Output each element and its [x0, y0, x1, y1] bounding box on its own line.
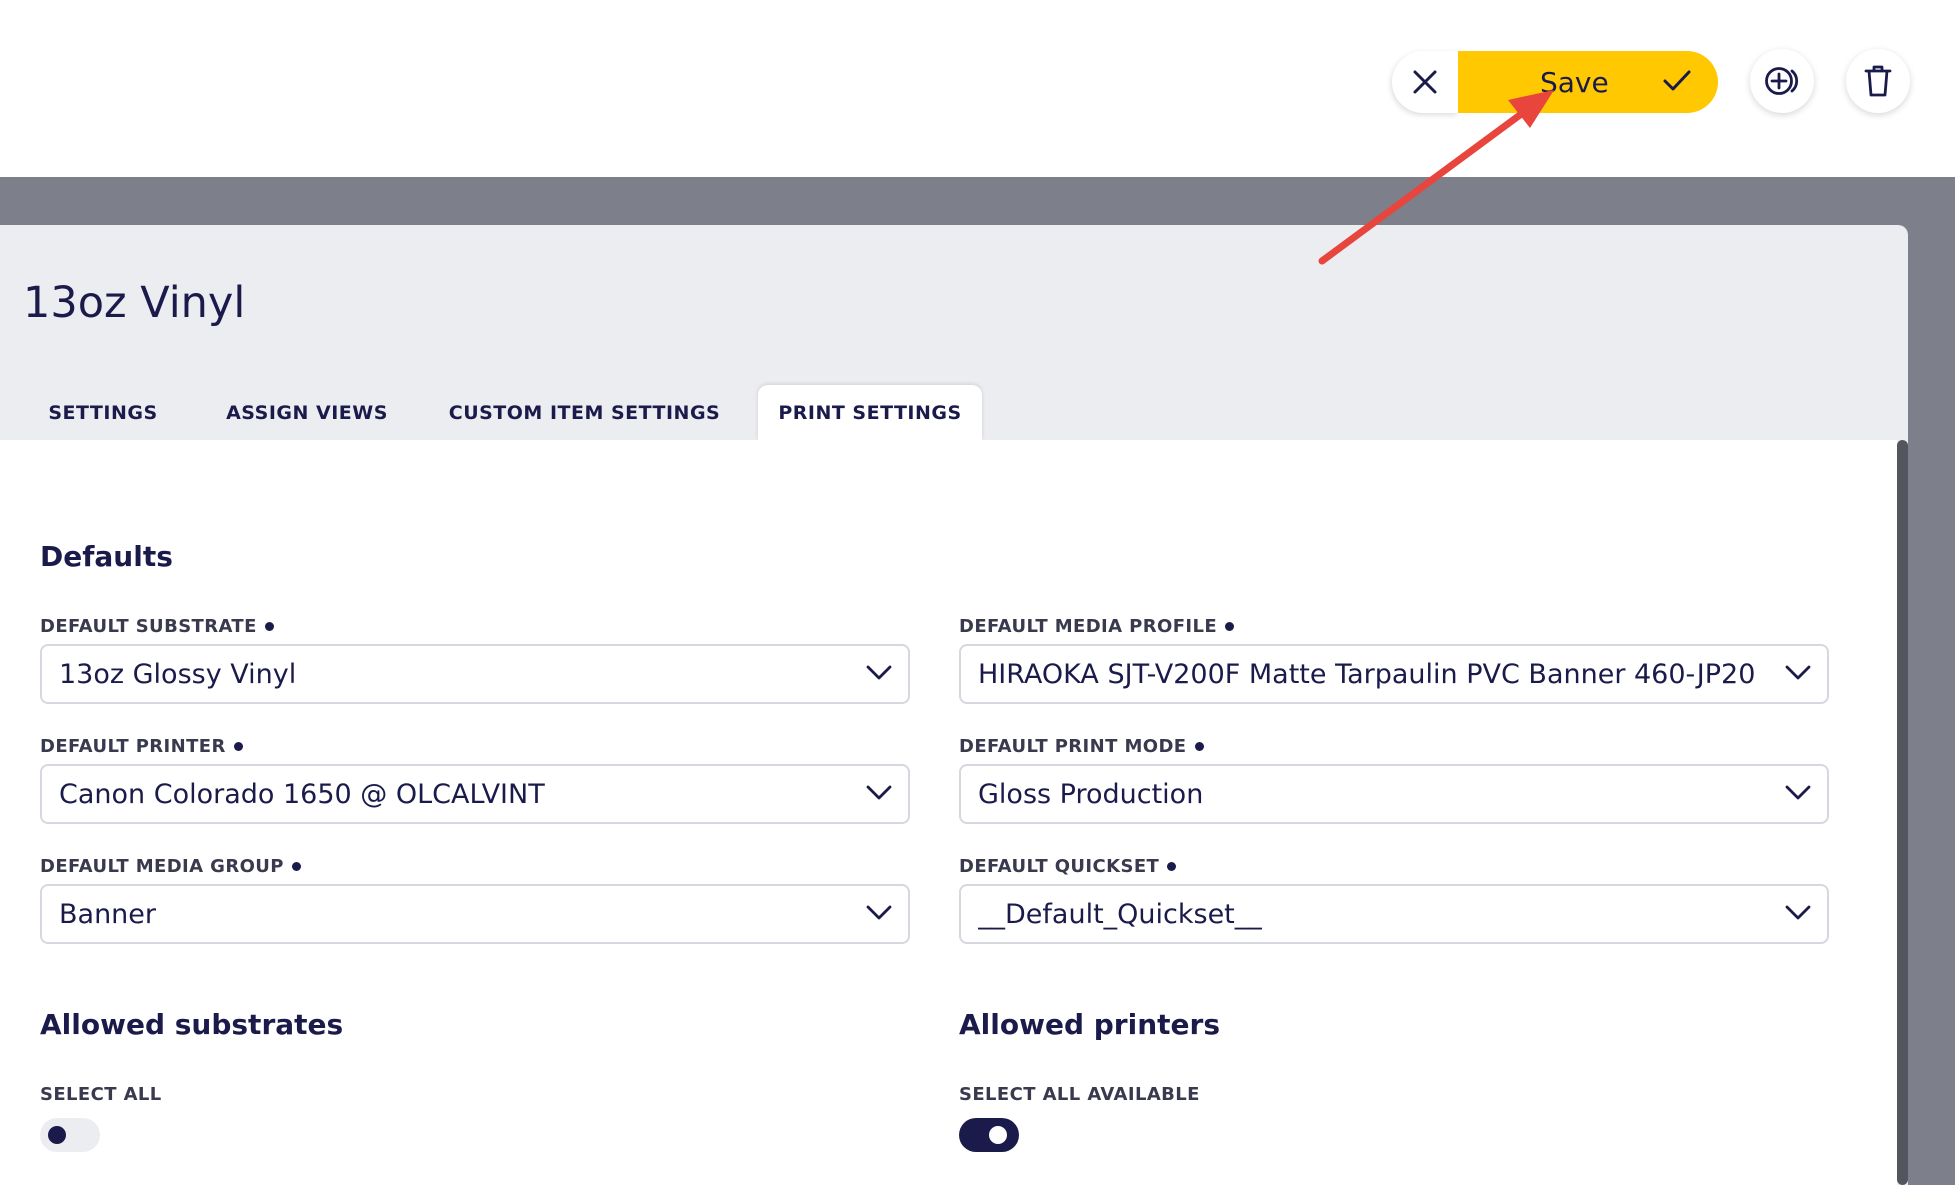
trash-icon	[1864, 65, 1892, 97]
required-dot	[264, 622, 274, 631]
default-printer-value: Canon Colorado 1650 @ OLCALVINT	[59, 778, 545, 810]
default-quickset-value: __Default_Quickset__	[978, 898, 1262, 930]
tab-print-settings[interactable]: PRINT SETTINGS	[758, 385, 982, 440]
default-media-group-select[interactable]: Banner	[40, 884, 910, 944]
default-substrate-value: 13oz Glossy Vinyl	[59, 658, 297, 690]
default-media-profile-value: HIRAOKA SJT-V200F Matte Tarpaulin PVC Ba…	[978, 658, 1758, 690]
top-toolbar: Save	[0, 0, 1955, 177]
close-icon	[1413, 70, 1437, 94]
select-all-printers-label: SELECT ALL AVAILABLE	[959, 1084, 1200, 1105]
required-dot	[1194, 742, 1204, 751]
select-all-substrates-toggle[interactable]	[40, 1118, 100, 1152]
default-media-profile-select[interactable]: HIRAOKA SJT-V200F Matte Tarpaulin PVC Ba…	[959, 644, 1829, 704]
scrollbar-thumb[interactable]	[1897, 440, 1908, 1185]
save-cancel-group: Save	[1392, 51, 1718, 113]
required-dot	[291, 862, 301, 871]
default-media-group-value: Banner	[59, 898, 157, 930]
chevron-down-icon	[866, 905, 892, 920]
required-dot	[1167, 862, 1177, 871]
tab-assign-views[interactable]: ASSIGN VIEWS	[214, 385, 400, 440]
select-all-substrates-label: SELECT ALL	[40, 1084, 162, 1105]
select-all-printers-toggle[interactable]	[959, 1118, 1019, 1152]
toggle-knob	[48, 1126, 66, 1144]
defaults-heading: Defaults	[40, 540, 173, 573]
default-print-mode-label: DEFAULT PRINT MODE	[959, 736, 1204, 757]
allowed-printers-heading: Allowed printers	[959, 1008, 1220, 1041]
page-title: 13oz Vinyl	[23, 278, 246, 328]
default-substrate-label: DEFAULT SUBSTRATE	[40, 616, 274, 637]
default-quickset-select[interactable]: __Default_Quickset__	[959, 884, 1829, 944]
toggle-knob	[989, 1126, 1007, 1144]
default-media-profile-label: DEFAULT MEDIA PROFILE	[959, 616, 1235, 637]
save-button[interactable]: Save	[1458, 51, 1718, 113]
default-print-mode-select[interactable]: Gloss Production	[959, 764, 1829, 824]
default-quickset-label: DEFAULT QUICKSET	[959, 856, 1177, 877]
default-printer-label: DEFAULT PRINTER	[40, 736, 243, 757]
default-media-group-label: DEFAULT MEDIA GROUP	[40, 856, 301, 877]
chevron-down-icon	[1785, 785, 1811, 800]
check-icon	[1663, 70, 1691, 91]
chevron-down-icon	[866, 785, 892, 800]
add-button[interactable]	[1750, 49, 1814, 113]
delete-button[interactable]	[1846, 49, 1910, 113]
tab-settings[interactable]: SETTINGS	[26, 385, 180, 440]
required-dot	[1225, 622, 1235, 631]
cancel-button[interactable]	[1392, 51, 1458, 113]
chevron-down-icon	[866, 665, 892, 680]
tab-custom-item-settings[interactable]: CUSTOM ITEM SETTINGS	[443, 385, 726, 440]
default-substrate-select[interactable]: 13oz Glossy Vinyl	[40, 644, 910, 704]
default-print-mode-value: Gloss Production	[978, 778, 1204, 810]
tab-bar: SETTINGS ASSIGN VIEWS CUSTOM ITEM SETTIN…	[0, 385, 1908, 440]
chevron-down-icon	[1785, 905, 1811, 920]
allowed-substrates-heading: Allowed substrates	[40, 1008, 344, 1041]
save-button-label: Save	[1540, 65, 1609, 99]
default-printer-select[interactable]: Canon Colorado 1650 @ OLCALVINT	[40, 764, 910, 824]
required-dot	[233, 742, 243, 751]
plus-circle-icon	[1765, 67, 1799, 95]
chevron-down-icon	[1785, 665, 1811, 680]
